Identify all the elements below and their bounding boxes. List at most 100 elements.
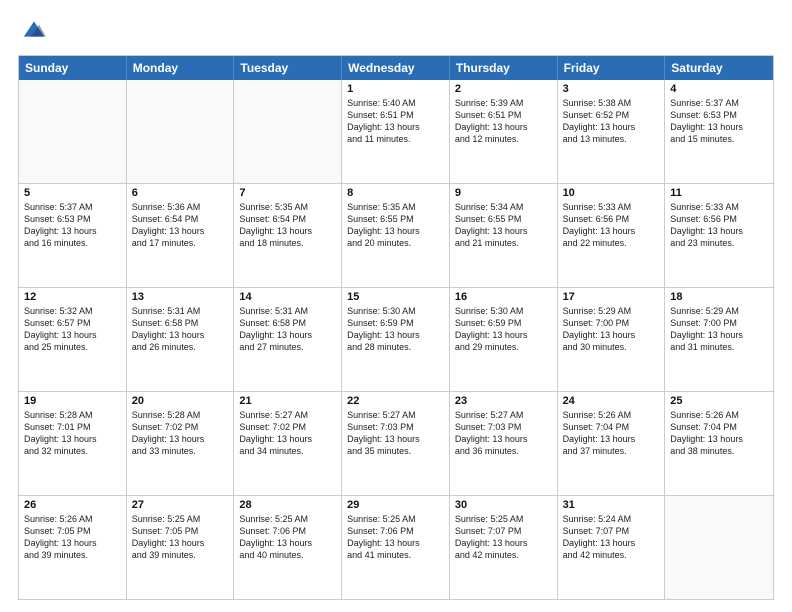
cell-text: Sunrise: 5:35 AMSunset: 6:54 PMDaylight:…: [239, 201, 336, 250]
day-number: 22: [347, 395, 444, 407]
cell-text: Sunrise: 5:39 AMSunset: 6:51 PMDaylight:…: [455, 97, 552, 146]
day-number: 29: [347, 499, 444, 511]
header-day-friday: Friday: [558, 56, 666, 80]
cell-text: Sunrise: 5:32 AMSunset: 6:57 PMDaylight:…: [24, 305, 121, 354]
cell-text: Sunrise: 5:37 AMSunset: 6:53 PMDaylight:…: [24, 201, 121, 250]
cal-cell: 18 Sunrise: 5:29 AMSunset: 7:00 PMDayligh…: [665, 288, 773, 391]
day-number: 5: [24, 187, 121, 199]
cal-cell: 8 Sunrise: 5:35 AMSunset: 6:55 PMDaylight…: [342, 184, 450, 287]
cell-text: Sunrise: 5:25 AMSunset: 7:06 PMDaylight:…: [239, 513, 336, 562]
day-number: 18: [670, 291, 768, 303]
cell-text: Sunrise: 5:33 AMSunset: 6:56 PMDaylight:…: [563, 201, 660, 250]
cell-text: Sunrise: 5:31 AMSunset: 6:58 PMDaylight:…: [132, 305, 229, 354]
cal-cell: 2 Sunrise: 5:39 AMSunset: 6:51 PMDaylight…: [450, 80, 558, 183]
cell-text: Sunrise: 5:36 AMSunset: 6:54 PMDaylight:…: [132, 201, 229, 250]
cal-cell: 24Sunrise: 5:26 AMSunset: 7:04 PMDayligh…: [558, 392, 666, 495]
day-number: 25: [670, 395, 768, 407]
cal-cell: 27Sunrise: 5:25 AMSunset: 7:05 PMDayligh…: [127, 496, 235, 599]
cal-cell: [127, 80, 235, 183]
cal-cell: 22 Sunrise: 5:27 AMSunset: 7:03 PMDayligh…: [342, 392, 450, 495]
calendar-body: 1 Sunrise: 5:40 AMSunset: 6:51 PMDaylight…: [19, 80, 773, 599]
header: [18, 18, 774, 45]
day-number: 15: [347, 291, 444, 303]
day-number: 31: [563, 499, 660, 511]
cell-text: Sunrise: 5:29 AMSunset: 7:00 PMDaylight:…: [563, 305, 660, 354]
cell-text: Sunrise: 5:25 AMSunset: 7:07 PMDaylight:…: [455, 513, 552, 562]
cell-text: Sunrise: 5:25 AMSunset: 7:06 PMDaylight:…: [347, 513, 444, 562]
cal-cell: 29 Sunrise: 5:25 AMSunset: 7:06 PMDayligh…: [342, 496, 450, 599]
cal-cell: 13 Sunrise: 5:31 AMSunset: 6:58 PMDayligh…: [127, 288, 235, 391]
cell-text: Sunrise: 5:40 AMSunset: 6:51 PMDaylight:…: [347, 97, 444, 146]
day-number: 2: [455, 83, 552, 95]
cal-cell: 28 Sunrise: 5:25 AMSunset: 7:06 PMDayligh…: [234, 496, 342, 599]
cell-text: Sunrise: 5:27 AMSunset: 7:03 PMDaylight:…: [347, 409, 444, 458]
cal-cell: 4Sunrise: 5:37 AMSunset: 6:53 PMDaylight…: [665, 80, 773, 183]
cell-text: Sunrise: 5:27 AMSunset: 7:03 PMDaylight:…: [455, 409, 552, 458]
cal-cell: 14Sunrise: 5:31 AMSunset: 6:58 PMDayligh…: [234, 288, 342, 391]
header-day-monday: Monday: [127, 56, 235, 80]
day-number: 30: [455, 499, 552, 511]
cal-cell: 16 Sunrise: 5:30 AMSunset: 6:59 PMDayligh…: [450, 288, 558, 391]
day-number: 28: [239, 499, 336, 511]
cal-row-1: 5 Sunrise: 5:37 AMSunset: 6:53 PMDaylight…: [19, 184, 773, 288]
day-number: 9: [455, 187, 552, 199]
cal-row-4: 26 Sunrise: 5:26 AMSunset: 7:05 PMDayligh…: [19, 496, 773, 599]
header-day-thursday: Thursday: [450, 56, 558, 80]
calendar-header: SundayMondayTuesdayWednesdayThursdayFrid…: [19, 56, 773, 80]
cal-cell: [19, 80, 127, 183]
cell-text: Sunrise: 5:28 AMSunset: 7:02 PMDaylight:…: [132, 409, 229, 458]
cell-text: Sunrise: 5:31 AMSunset: 6:58 PMDaylight:…: [239, 305, 336, 354]
day-number: 23: [455, 395, 552, 407]
day-number: 3: [563, 83, 660, 95]
cell-text: Sunrise: 5:27 AMSunset: 7:02 PMDaylight:…: [239, 409, 336, 458]
cal-cell: [234, 80, 342, 183]
cell-text: Sunrise: 5:26 AMSunset: 7:04 PMDaylight:…: [670, 409, 768, 458]
day-number: 17: [563, 291, 660, 303]
cal-cell: 19 Sunrise: 5:28 AMSunset: 7:01 PMDayligh…: [19, 392, 127, 495]
day-number: 12: [24, 291, 121, 303]
day-number: 10: [563, 187, 660, 199]
cell-text: Sunrise: 5:30 AMSunset: 6:59 PMDaylight:…: [455, 305, 552, 354]
cell-text: Sunrise: 5:30 AMSunset: 6:59 PMDaylight:…: [347, 305, 444, 354]
cal-cell: 26 Sunrise: 5:26 AMSunset: 7:05 PMDayligh…: [19, 496, 127, 599]
cell-text: Sunrise: 5:35 AMSunset: 6:55 PMDaylight:…: [347, 201, 444, 250]
cal-cell: 6 Sunrise: 5:36 AMSunset: 6:54 PMDaylight…: [127, 184, 235, 287]
cal-cell: 12 Sunrise: 5:32 AMSunset: 6:57 PMDayligh…: [19, 288, 127, 391]
day-number: 6: [132, 187, 229, 199]
cell-text: Sunrise: 5:38 AMSunset: 6:52 PMDaylight:…: [563, 97, 660, 146]
day-number: 24: [563, 395, 660, 407]
cal-cell: 17 Sunrise: 5:29 AMSunset: 7:00 PMDayligh…: [558, 288, 666, 391]
cal-cell: 20 Sunrise: 5:28 AMSunset: 7:02 PMDayligh…: [127, 392, 235, 495]
cell-text: Sunrise: 5:24 AMSunset: 7:07 PMDaylight:…: [563, 513, 660, 562]
cal-cell: 5 Sunrise: 5:37 AMSunset: 6:53 PMDaylight…: [19, 184, 127, 287]
day-number: 19: [24, 395, 121, 407]
day-number: 8: [347, 187, 444, 199]
cell-text: Sunrise: 5:29 AMSunset: 7:00 PMDaylight:…: [670, 305, 768, 354]
cell-text: Sunrise: 5:33 AMSunset: 6:56 PMDaylight:…: [670, 201, 768, 250]
cal-cell: 23 Sunrise: 5:27 AMSunset: 7:03 PMDayligh…: [450, 392, 558, 495]
cal-cell: [665, 496, 773, 599]
day-number: 16: [455, 291, 552, 303]
header-day-saturday: Saturday: [665, 56, 773, 80]
day-number: 26: [24, 499, 121, 511]
cal-cell: 1 Sunrise: 5:40 AMSunset: 6:51 PMDaylight…: [342, 80, 450, 183]
cell-text: Sunrise: 5:37 AMSunset: 6:53 PMDaylight:…: [670, 97, 768, 146]
cal-cell: 9 Sunrise: 5:34 AMSunset: 6:55 PMDaylight…: [450, 184, 558, 287]
cell-text: Sunrise: 5:26 AMSunset: 7:05 PMDaylight:…: [24, 513, 121, 562]
cell-text: Sunrise: 5:34 AMSunset: 6:55 PMDaylight:…: [455, 201, 552, 250]
header-day-tuesday: Tuesday: [234, 56, 342, 80]
cal-cell: 15 Sunrise: 5:30 AMSunset: 6:59 PMDayligh…: [342, 288, 450, 391]
cell-text: Sunrise: 5:28 AMSunset: 7:01 PMDaylight:…: [24, 409, 121, 458]
cal-cell: 21 Sunrise: 5:27 AMSunset: 7:02 PMDayligh…: [234, 392, 342, 495]
cal-row-2: 12 Sunrise: 5:32 AMSunset: 6:57 PMDayligh…: [19, 288, 773, 392]
day-number: 27: [132, 499, 229, 511]
calendar: SundayMondayTuesdayWednesdayThursdayFrid…: [18, 55, 774, 600]
cal-cell: 11Sunrise: 5:33 AMSunset: 6:56 PMDayligh…: [665, 184, 773, 287]
day-number: 13: [132, 291, 229, 303]
day-number: 21: [239, 395, 336, 407]
page: SundayMondayTuesdayWednesdayThursdayFrid…: [0, 0, 792, 612]
day-number: 1: [347, 83, 444, 95]
day-number: 20: [132, 395, 229, 407]
cal-cell: 10 Sunrise: 5:33 AMSunset: 6:56 PMDayligh…: [558, 184, 666, 287]
cal-row-3: 19 Sunrise: 5:28 AMSunset: 7:01 PMDayligh…: [19, 392, 773, 496]
